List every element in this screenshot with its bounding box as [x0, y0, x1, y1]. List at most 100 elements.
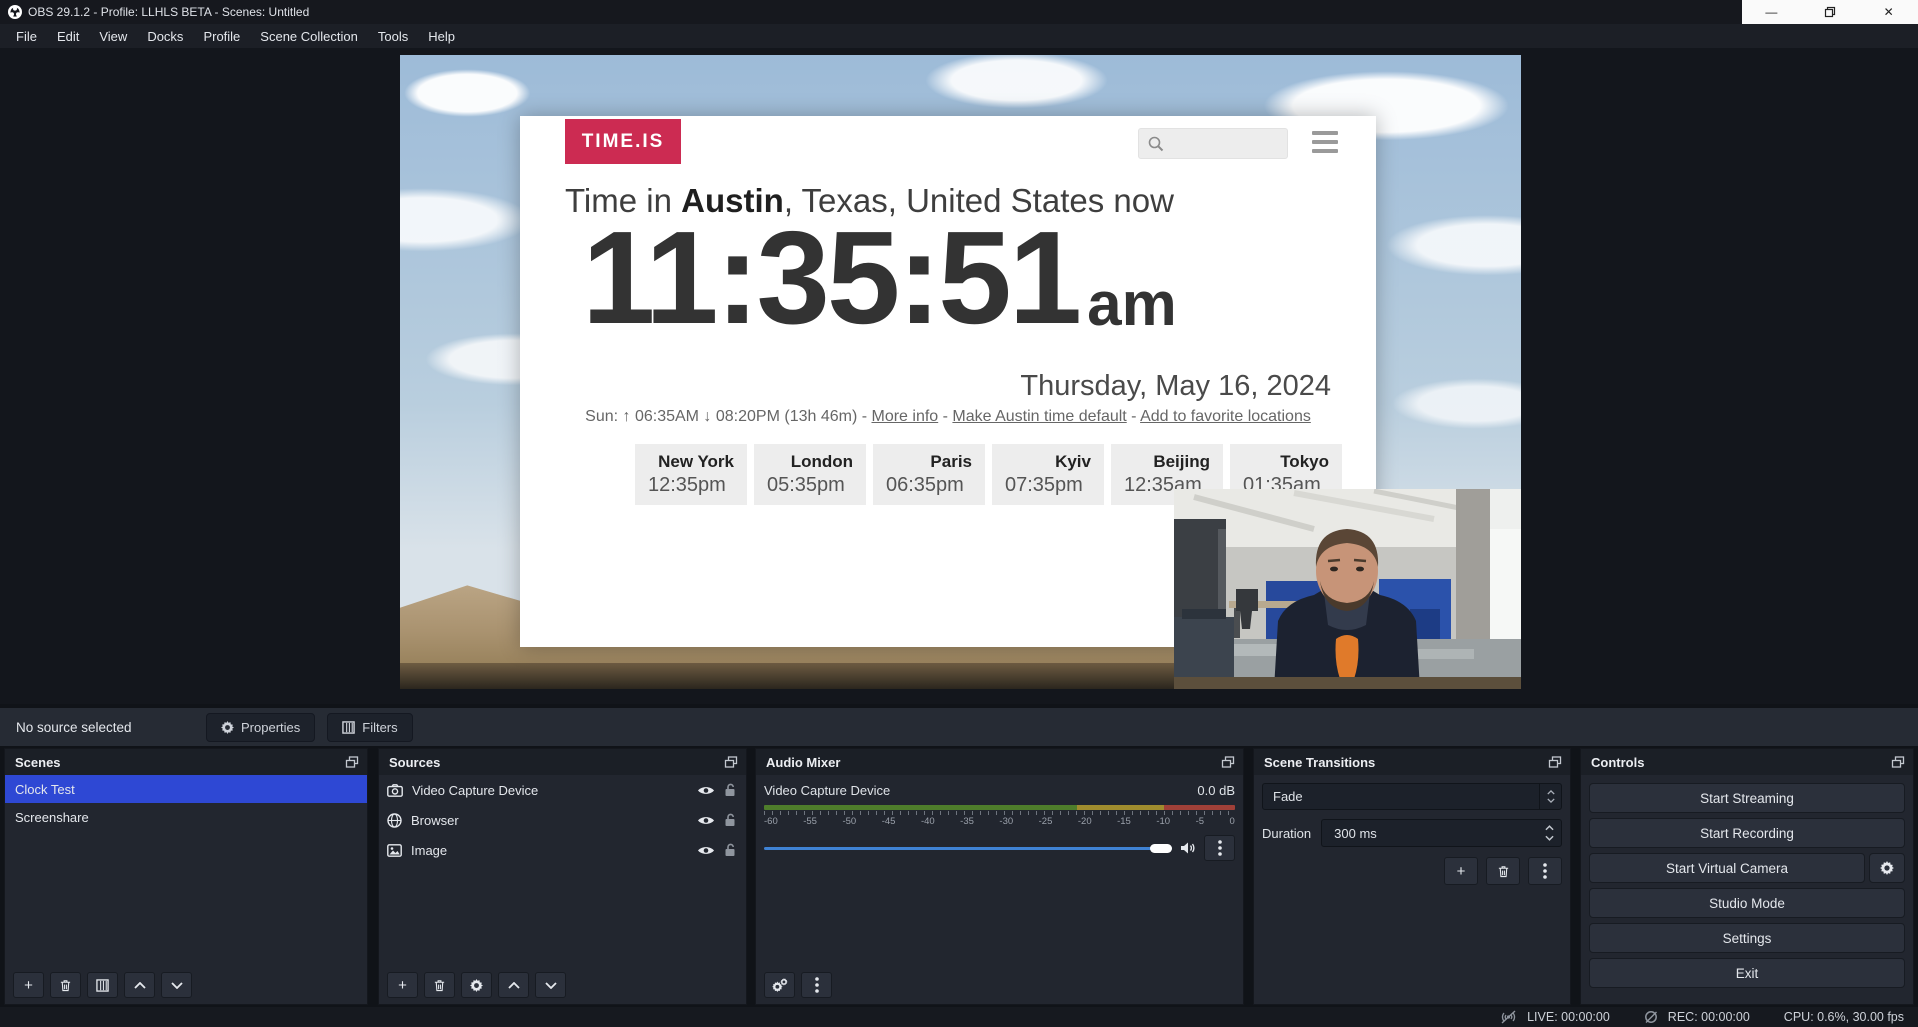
spin-down-icon[interactable] — [1545, 835, 1554, 841]
lock-icon[interactable] — [724, 843, 736, 857]
scene-transitions-panel: Scene Transitions Fade Duration 300 ms — [1253, 748, 1571, 1005]
remove-source-button[interactable] — [424, 972, 455, 998]
chevron-down-icon — [1547, 798, 1555, 803]
speaker-icon[interactable] — [1180, 841, 1196, 855]
gear-icon — [1880, 861, 1894, 875]
popout-icon[interactable] — [345, 756, 359, 768]
start-virtual-camera-button[interactable]: Start Virtual Camera — [1589, 853, 1865, 883]
add-scene-button[interactable]: + — [13, 972, 44, 998]
start-streaming-button[interactable]: Start Streaming — [1589, 783, 1905, 813]
transition-select-arrows[interactable] — [1539, 784, 1561, 809]
more-info-link[interactable]: More info — [872, 408, 939, 425]
move-source-up-button[interactable] — [498, 972, 529, 998]
city-card-new-york[interactable]: New York12:35pm — [635, 444, 747, 505]
make-default-link[interactable]: Make Austin time default — [952, 408, 1126, 425]
menu-docks[interactable]: Docks — [137, 26, 193, 47]
menubar: File Edit View Docks Profile Scene Colle… — [0, 24, 1918, 48]
menu-help[interactable]: Help — [418, 26, 465, 47]
city-card-kyiv[interactable]: Kyiv07:35pm — [992, 444, 1104, 505]
source-row-video-capture[interactable]: Video Capture Device — [379, 775, 746, 805]
virtual-camera-config-button[interactable] — [1869, 853, 1905, 883]
chevron-down-icon — [171, 982, 183, 989]
double-gear-icon — [772, 978, 788, 992]
window-controls: — ✕ — [1742, 0, 1918, 24]
scene-item-clock-test[interactable]: Clock Test — [5, 775, 367, 803]
menu-tools[interactable]: Tools — [368, 26, 418, 47]
volume-slider[interactable] — [764, 847, 1172, 850]
lock-icon[interactable] — [724, 783, 736, 797]
move-scene-down-button[interactable] — [161, 972, 192, 998]
titlebar: OBS 29.1.2 - Profile: LLHLS BETA - Scene… — [0, 0, 1918, 24]
stream-inactive-icon — [1500, 1010, 1517, 1024]
globe-icon — [387, 813, 402, 828]
move-scene-up-button[interactable] — [124, 972, 155, 998]
properties-button[interactable]: Properties — [206, 713, 315, 742]
kebab-menu-icon — [1543, 863, 1547, 879]
filters-icon — [342, 721, 355, 734]
advanced-audio-button[interactable] — [764, 972, 795, 998]
transition-select[interactable]: Fade — [1262, 783, 1562, 810]
vu-meter — [764, 805, 1235, 810]
vu-tick-ruler — [764, 811, 1235, 815]
settings-button[interactable]: Settings — [1589, 923, 1905, 953]
filters-button[interactable]: Filters — [327, 713, 412, 742]
menu-file[interactable]: File — [6, 26, 47, 47]
timeis-sun-line: Sun: ↑ 06:35AM ↓ 08:20PM (13h 46m) - Mor… — [520, 408, 1376, 426]
clock-ampm: am — [1087, 274, 1177, 336]
clock-time: 11:35:51 — [582, 212, 1079, 344]
city-card-london[interactable]: London05:35pm — [754, 444, 866, 505]
preview-area: TIME.IS Time in Austin, Texas, United St… — [0, 48, 1918, 704]
timeis-date: Thursday, May 16, 2024 — [1020, 370, 1331, 403]
remove-transition-button[interactable] — [1486, 857, 1520, 885]
add-transition-button[interactable]: + — [1444, 857, 1478, 885]
add-favorite-link[interactable]: Add to favorite locations — [1140, 408, 1311, 425]
mixer-channel-menu-button[interactable] — [1204, 835, 1235, 861]
popout-icon[interactable] — [1891, 756, 1905, 768]
search-icon — [1147, 135, 1165, 153]
city-card-paris[interactable]: Paris06:35pm — [873, 444, 985, 505]
menu-view[interactable]: View — [89, 26, 137, 47]
live-time: LIVE: 00:00:00 — [1527, 1010, 1610, 1024]
visibility-eye-icon[interactable] — [697, 815, 715, 826]
visibility-eye-icon[interactable] — [697, 845, 715, 856]
visibility-eye-icon[interactable] — [697, 785, 715, 796]
spin-up-icon[interactable] — [1545, 825, 1554, 831]
hamburger-menu-icon[interactable] — [1312, 131, 1338, 153]
transition-menu-button[interactable] — [1528, 857, 1562, 885]
restore-button[interactable] — [1801, 0, 1860, 24]
sources-panel: Sources Video Capture Device Browser Ima… — [378, 748, 747, 1005]
popout-icon[interactable] — [1548, 756, 1562, 768]
menu-profile[interactable]: Profile — [193, 26, 250, 47]
status-bar: LIVE: 00:00:00 REC: 00:00:00 CPU: 0.6%, … — [0, 1007, 1918, 1027]
remove-scene-button[interactable] — [50, 972, 81, 998]
minimize-button[interactable]: — — [1742, 0, 1801, 24]
chevron-up-icon — [1547, 790, 1555, 795]
vu-tick-labels: -60-55-50-45-40-35-30-25-20-15-10-50 — [764, 816, 1235, 827]
camera-icon — [387, 784, 403, 797]
menu-scene-collection[interactable]: Scene Collection — [250, 26, 368, 47]
mixer-menu-button[interactable] — [801, 972, 832, 998]
close-button[interactable]: ✕ — [1859, 0, 1918, 24]
popout-icon[interactable] — [1221, 756, 1235, 768]
menu-edit[interactable]: Edit — [47, 26, 89, 47]
studio-mode-button[interactable]: Studio Mode — [1589, 888, 1905, 918]
popout-icon[interactable] — [724, 756, 738, 768]
kebab-menu-icon — [815, 977, 819, 993]
exit-button[interactable]: Exit — [1589, 958, 1905, 988]
trash-icon — [1497, 865, 1510, 878]
scene-filters-button[interactable] — [87, 972, 118, 998]
source-row-image[interactable]: Image — [379, 835, 746, 865]
duration-label: Duration — [1262, 826, 1311, 841]
start-recording-button[interactable]: Start Recording — [1589, 818, 1905, 848]
audio-mixer-title: Audio Mixer — [766, 755, 840, 770]
source-properties-button[interactable] — [461, 972, 492, 998]
lock-icon[interactable] — [724, 813, 736, 827]
source-row-browser[interactable]: Browser — [379, 805, 746, 835]
preview-canvas[interactable]: TIME.IS Time in Austin, Texas, United St… — [400, 55, 1521, 689]
timeis-search-box[interactable] — [1138, 128, 1288, 159]
move-source-down-button[interactable] — [535, 972, 566, 998]
volume-slider-handle[interactable] — [1150, 844, 1172, 853]
scene-item-screenshare[interactable]: Screenshare — [5, 803, 367, 831]
add-source-button[interactable]: + — [387, 972, 418, 998]
duration-spinbox[interactable]: 300 ms — [1321, 819, 1562, 847]
